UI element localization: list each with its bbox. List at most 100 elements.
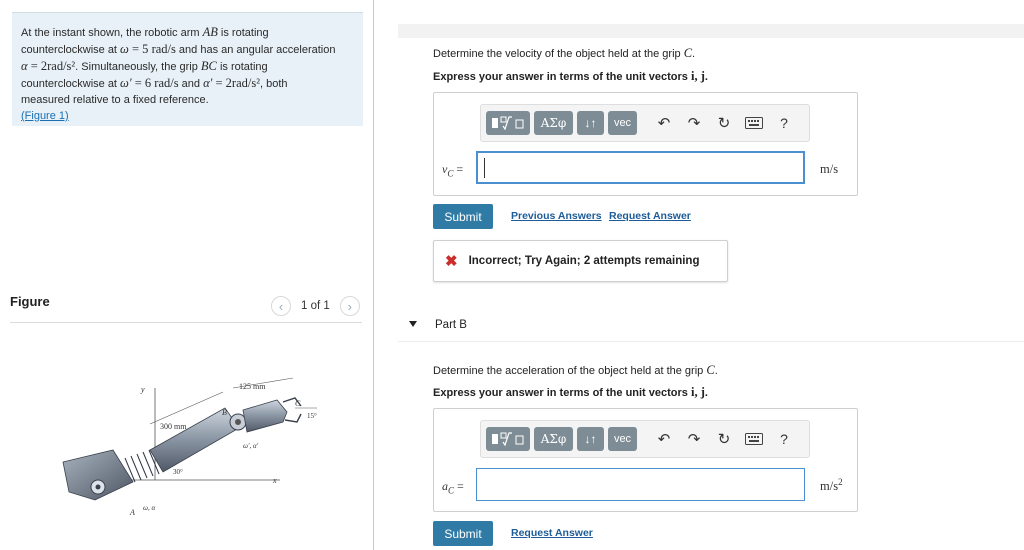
subscript-icon: ↓↑ bbox=[584, 432, 597, 446]
x-axis-label: x bbox=[272, 476, 277, 485]
problem-math: = 6 rad/s bbox=[131, 76, 179, 90]
omega-alpha-prime-label: ω′, α′ bbox=[243, 442, 259, 450]
help-icon: ? bbox=[780, 115, 788, 131]
part-a-prompt: Determine the velocity of the object hel… bbox=[433, 46, 695, 61]
keyboard-button[interactable] bbox=[739, 111, 769, 135]
part-a-prompt-var: C bbox=[683, 46, 693, 60]
grip-claw-lower bbox=[284, 413, 302, 423]
angle-15-label: 15° bbox=[307, 412, 317, 420]
part-b-request-answer-link[interactable]: Request Answer bbox=[511, 527, 593, 539]
grip-bc bbox=[242, 399, 288, 433]
incorrect-icon: ✖ bbox=[445, 253, 458, 270]
greek-icon: ΑΣφ bbox=[540, 116, 567, 130]
subscript-superscript-button[interactable]: ↓↑ bbox=[577, 111, 604, 135]
keyboard-icon bbox=[745, 433, 763, 445]
point-c-label: C bbox=[295, 399, 301, 408]
figure-divider bbox=[10, 322, 362, 323]
part-a-instructions-end: . bbox=[704, 71, 708, 83]
greek-symbols-button[interactable]: ΑΣφ bbox=[534, 427, 573, 451]
previous-figure-button[interactable]: ‹ bbox=[271, 296, 291, 316]
text-caret bbox=[484, 158, 485, 178]
part-b-math-toolbar: ΑΣφ ↓↑ vec ↶ ↷ ↻ ? bbox=[480, 420, 810, 458]
problem-text: counterclockwise at bbox=[21, 44, 121, 56]
part-b-prompt-end: . bbox=[714, 365, 718, 377]
greek-symbols-button[interactable]: ΑΣφ bbox=[534, 111, 573, 135]
part-b-title[interactable]: Part B bbox=[435, 319, 467, 331]
omega-alpha-label: ω, α bbox=[143, 504, 155, 512]
part-a-instructions-text: Express your answer in terms of the unit… bbox=[433, 71, 691, 83]
part-b-prompt: Determine the acceleration of the object… bbox=[433, 363, 718, 378]
help-icon: ? bbox=[780, 431, 788, 447]
part-a-instructions: Express your answer in terms of the unit… bbox=[433, 69, 708, 84]
dimension-125-label: 125 mm bbox=[239, 382, 266, 391]
redo-icon: ↷ bbox=[687, 115, 701, 132]
vector-button[interactable]: vec bbox=[608, 427, 637, 451]
reset-button[interactable]: ↻ bbox=[709, 427, 739, 451]
part-b-submit-button[interactable]: Submit bbox=[433, 521, 493, 546]
angle-30-label: 30° bbox=[173, 468, 183, 476]
robotic-arm-figure: 300 mm 125 mm 15° 30° A B C x y ω, α ω′,… bbox=[62, 377, 317, 517]
part-b-variable-label: aC = bbox=[442, 479, 464, 495]
undo-icon: ↶ bbox=[657, 431, 671, 448]
problem-math: α′ bbox=[203, 76, 213, 90]
part-b-prompt-text: Determine the acceleration of the object… bbox=[433, 365, 707, 377]
figure-page-indicator: 1 of 1 bbox=[301, 300, 330, 312]
next-figure-button[interactable]: › bbox=[339, 296, 360, 316]
help-button[interactable]: ? bbox=[769, 427, 799, 451]
problem-text: counterclockwise at bbox=[21, 78, 121, 90]
problem-math: = 5 bbox=[128, 42, 152, 56]
pane-divider bbox=[373, 0, 374, 550]
part-a-answer-input[interactable] bbox=[476, 151, 805, 184]
problem-text: , both bbox=[259, 78, 288, 90]
problem-text: and bbox=[178, 78, 204, 90]
problem-text: and has an angular acceleration bbox=[175, 44, 336, 56]
undo-button[interactable]: ↶ bbox=[649, 427, 679, 451]
part-b-answer-input[interactable] bbox=[476, 468, 805, 501]
feedback-text: Incorrect; Try Again; 2 attempts remaini… bbox=[468, 255, 700, 267]
chevron-left-icon: ‹ bbox=[278, 298, 284, 314]
help-button[interactable]: ? bbox=[769, 111, 799, 135]
arm-ab bbox=[149, 407, 240, 473]
vec-icon: vec bbox=[613, 433, 632, 445]
part-a-math-toolbar: ΑΣφ ↓↑ vec ↶ ↷ ↻ ? bbox=[480, 104, 810, 142]
keyboard-button[interactable] bbox=[739, 427, 769, 451]
part-a-submit-button[interactable]: Submit bbox=[433, 204, 493, 229]
figure-heading: Figure bbox=[10, 294, 50, 309]
subscript-superscript-button[interactable]: ↓↑ bbox=[577, 427, 604, 451]
previous-answers-link[interactable]: Previous Answers bbox=[511, 210, 602, 222]
part-b-collapse-toggle[interactable] bbox=[409, 321, 417, 327]
part-b-unit-exponent: 2 bbox=[838, 477, 843, 487]
redo-icon: ↷ bbox=[687, 431, 701, 448]
problem-math: = 2rad/s² bbox=[27, 59, 76, 73]
redo-button[interactable]: ↷ bbox=[679, 111, 709, 135]
greek-icon: ΑΣφ bbox=[540, 432, 567, 446]
problem-math: BC bbox=[200, 59, 217, 73]
figure-pagination: ‹ 1 of 1 › bbox=[271, 296, 360, 316]
templates-button[interactable] bbox=[486, 111, 530, 135]
part-a-unit-vectors: i, j bbox=[690, 69, 705, 83]
redo-button[interactable]: ↷ bbox=[679, 427, 709, 451]
part-b-divider bbox=[398, 341, 1024, 342]
part-a-equals: = bbox=[453, 162, 464, 176]
problem-math: = 2rad/s² bbox=[212, 76, 260, 90]
part-b-unit-vectors: i, j bbox=[690, 385, 705, 399]
reset-button[interactable]: ↻ bbox=[709, 111, 739, 135]
figure-link[interactable]: (Figure 1) bbox=[21, 110, 69, 122]
undo-button[interactable]: ↶ bbox=[649, 111, 679, 135]
part-b-instructions-end: . bbox=[704, 387, 708, 399]
part-a-feedback: ✖ Incorrect; Try Again; 2 attempts remai… bbox=[433, 240, 728, 282]
vector-button[interactable]: vec bbox=[608, 111, 637, 135]
part-a-request-answer-link[interactable]: Request Answer bbox=[609, 210, 691, 222]
left-pane: At the instant shown, the robotic arm AB… bbox=[0, 0, 373, 550]
point-a-label: A bbox=[129, 508, 135, 517]
problem-math: AB bbox=[202, 25, 218, 39]
part-b-prompt-var: C bbox=[706, 363, 715, 377]
problem-text: At the instant shown, the robotic arm bbox=[21, 27, 203, 39]
problem-text: is rotating bbox=[216, 61, 268, 73]
part-b-instructions-text: Express your answer in terms of the unit… bbox=[433, 387, 691, 399]
templates-button[interactable] bbox=[486, 427, 530, 451]
problem-math: rad/s bbox=[151, 42, 176, 56]
templates-icon bbox=[492, 432, 524, 447]
dimension-300-label: 300 mm bbox=[160, 422, 187, 431]
part-a-variable-label: vC = bbox=[442, 162, 463, 178]
